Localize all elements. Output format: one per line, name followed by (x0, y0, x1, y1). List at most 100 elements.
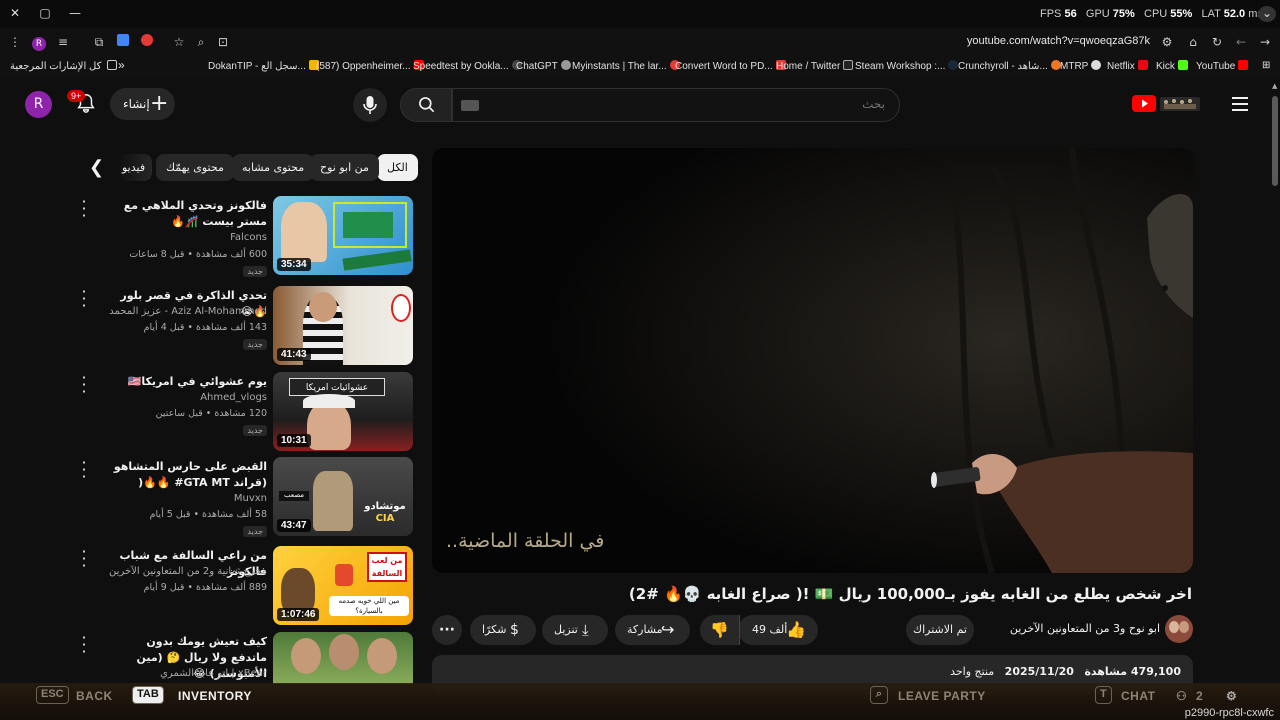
reload-icon[interactable]: ↻ (1208, 33, 1226, 51)
video-thumbnail[interactable] (273, 632, 413, 684)
hamburger-menu-icon[interactable] (1230, 94, 1250, 114)
video-thumbnail[interactable]: عشوائيات امريكا 10:31 (273, 372, 413, 451)
bookmark-item[interactable]: Home / Twitter (776, 60, 854, 72)
bookmark-label: Myinstants | The lar... (572, 61, 667, 72)
search-input[interactable] (485, 97, 885, 111)
browser-menu-icon[interactable]: ⋮ (6, 33, 24, 51)
search-box[interactable] (452, 88, 900, 122)
related-video-channel[interactable]: مخرج ثمانية و2 من المتعاونين الآخرين (87, 566, 267, 577)
share-button[interactable]: ↪ مشاركة (615, 615, 690, 645)
download-button[interactable]: ⤓ تنزيل (542, 615, 608, 645)
related-video[interactable]: · · · تحدي الذاكرة في قصر بلور 🔥😭 Aziz Al-… (75, 284, 415, 366)
bookmark-item[interactable]: Netflix (1107, 60, 1148, 72)
home-icon[interactable]: ⌂ (1184, 33, 1202, 51)
forward-icon[interactable]: ← (1232, 33, 1250, 51)
bookmark-item[interactable]: YouTube (1196, 60, 1249, 72)
scrollbar-thumb[interactable] (1272, 96, 1278, 186)
chip-all[interactable]: الكل (377, 154, 418, 181)
leave-party-label[interactable]: LEAVE PARTY (898, 689, 986, 703)
product-tag[interactable]: منتج واحد (950, 665, 994, 678)
more-options-icon[interactable]: · · · (79, 370, 89, 400)
translate-icon[interactable] (114, 33, 132, 51)
video-thumbnail[interactable]: 41:43 (273, 286, 413, 365)
like-count[interactable]: 49 ألف (752, 615, 787, 645)
site-settings-icon[interactable]: ⚙ (1158, 33, 1176, 51)
more-actions-icon[interactable]: ··· (432, 615, 462, 645)
create-button[interactable]: إنشاء + (110, 88, 175, 120)
search-button[interactable] (400, 88, 452, 122)
install-app-icon[interactable]: ⊡ (214, 33, 232, 51)
bookmarks-apps-icon[interactable]: ⊞ (1262, 60, 1270, 71)
related-video-title[interactable]: يوم عشوائي في امريكا🇺🇸 (107, 374, 267, 390)
channel-name[interactable]: ابو نوح و3 من المتعاونين الآخرين (990, 622, 1160, 635)
more-options-icon[interactable]: · · · (79, 284, 89, 314)
scroll-up-icon[interactable]: ▲ (1272, 82, 1277, 90)
bookmark-item[interactable]: ChatGPT (516, 60, 571, 72)
chips-scroll-chevron-icon[interactable]: ❮ (89, 156, 107, 180)
chat-label[interactable]: CHAT (1121, 689, 1155, 703)
close-icon[interactable]: ✕ (6, 6, 24, 22)
all-bookmarks[interactable]: كل الإشارات المرجعية (10, 60, 118, 72)
related-video-channel[interactable]: Aziz Al-Mohammed - عزيز المحمد (87, 306, 267, 317)
related-video-channel[interactable]: Ahmed_vlogs (87, 392, 267, 403)
back-icon[interactable]: → (1256, 33, 1274, 51)
channel-avatar[interactable] (1165, 615, 1193, 643)
related-video[interactable]: · · · من راعي السالفة مع شباب فالكونز مخرج… (75, 544, 415, 626)
playlist-icon[interactable]: ≡ (54, 33, 72, 51)
related-video-channel[interactable]: Falcons (87, 232, 267, 243)
url-field[interactable]: youtube.com/watch?v=qwoeqzaG87k (967, 35, 1150, 47)
bookmark-item[interactable]: Steam Workshop :... (855, 60, 959, 72)
related-video[interactable]: · · · يوم عشوائي في امريكا🇺🇸 Ahmed_vlogs 1… (75, 370, 415, 452)
video-player[interactable]: في الحلقة الماضية.. (432, 148, 1193, 573)
bookmark-item[interactable]: Kick (1156, 60, 1188, 72)
bookmark-item[interactable]: Myinstants | The lar... (572, 60, 680, 72)
account-avatar[interactable]: R (25, 91, 52, 118)
like-icon[interactable]: 👍 (786, 615, 806, 645)
bookmark-item[interactable]: MTRP (1060, 60, 1102, 72)
video-caption-overlay: في الحلقة الماضية.. (446, 530, 605, 552)
thanks-button[interactable]: $ شكرًا (470, 615, 536, 645)
bookmark-star-icon[interactable]: ☆ (170, 33, 188, 51)
bookmark-item[interactable]: DokanTIP - سجل الع... (208, 60, 319, 72)
related-video-title[interactable]: القبض على حارس المتشاهو (قراند GTA MT# 🔥… (107, 459, 267, 491)
more-options-icon[interactable]: · · · (79, 544, 89, 574)
inventory-label[interactable]: INVENTORY (178, 689, 252, 703)
chip-videos[interactable]: فيديو (118, 154, 152, 181)
bookmark-item[interactable]: Convert Word to PD... (675, 60, 786, 72)
voice-search-microphone-icon[interactable] (353, 88, 387, 122)
video-thumbnail[interactable]: مصعب موتشادو CIA 43:47 (273, 457, 413, 536)
more-bookmarks-icon[interactable]: » (118, 58, 125, 72)
dislike-icon[interactable]: 👎 (700, 615, 740, 645)
related-video[interactable]: · · · كيف تعيش يومك بدون ماتدفع ولا ريال 🤔… (75, 632, 415, 684)
related-video-title[interactable]: فالكونز وتحدي الملاهي مع مستر بيست 🎢🔥 (107, 198, 267, 230)
related-video[interactable]: · · · القبض على حارس المتشاهو (قراند GTA M… (75, 455, 415, 537)
related-video-channel[interactable]: Muvxn (87, 493, 267, 504)
bookmark-item[interactable]: Crunchyroll - شاهد... (958, 60, 1061, 72)
chip-related[interactable]: محتوى مشابه (232, 154, 315, 181)
keyboard-icon[interactable] (461, 100, 479, 111)
bookmark-item[interactable]: Speedtest by Ookla... (413, 60, 522, 72)
adblock-icon[interactable] (138, 33, 156, 51)
bookmark-item[interactable]: (587) Oppenheimer... (316, 60, 424, 72)
settings-gear-icon[interactable]: ⚙ (1226, 689, 1237, 703)
zoom-icon[interactable]: ⌕ (192, 33, 210, 51)
more-options-icon[interactable]: · · · (79, 632, 89, 660)
video-thumbnail[interactable]: من لعب السالفة مين اللي خويه صدمه بالسيا… (273, 546, 413, 625)
youtube-logo[interactable] (1132, 92, 1202, 116)
related-video-channel[interactable]: xBear | ابو عابد الشمري (87, 668, 267, 679)
video-thumbnail[interactable]: 35:34 (273, 196, 413, 275)
subscribed-button[interactable]: تم الاشتراك (906, 615, 974, 645)
back-label[interactable]: BACK (76, 689, 113, 703)
chip-from-channel[interactable]: من ابو نوح (310, 154, 379, 181)
page-scrollbar[interactable]: ▲ (1270, 78, 1280, 683)
extensions-icon[interactable]: ⧉ (90, 33, 108, 51)
tab-dropdown-icon[interactable]: ⌄ (1258, 6, 1276, 22)
chip-for-you[interactable]: محتوى يهمّك (156, 154, 234, 181)
minimize-icon[interactable]: — (66, 6, 84, 22)
maximize-icon[interactable]: ▢ (36, 6, 54, 22)
profile-icon[interactable]: R (30, 33, 48, 51)
more-options-icon[interactable]: · · · (79, 194, 89, 224)
related-video[interactable]: · · · فالكونز وتحدي الملاهي مع مستر بيست 🎢… (75, 194, 415, 277)
duration-badge: 41:43 (277, 348, 311, 361)
more-options-icon[interactable]: · · · (79, 455, 89, 485)
